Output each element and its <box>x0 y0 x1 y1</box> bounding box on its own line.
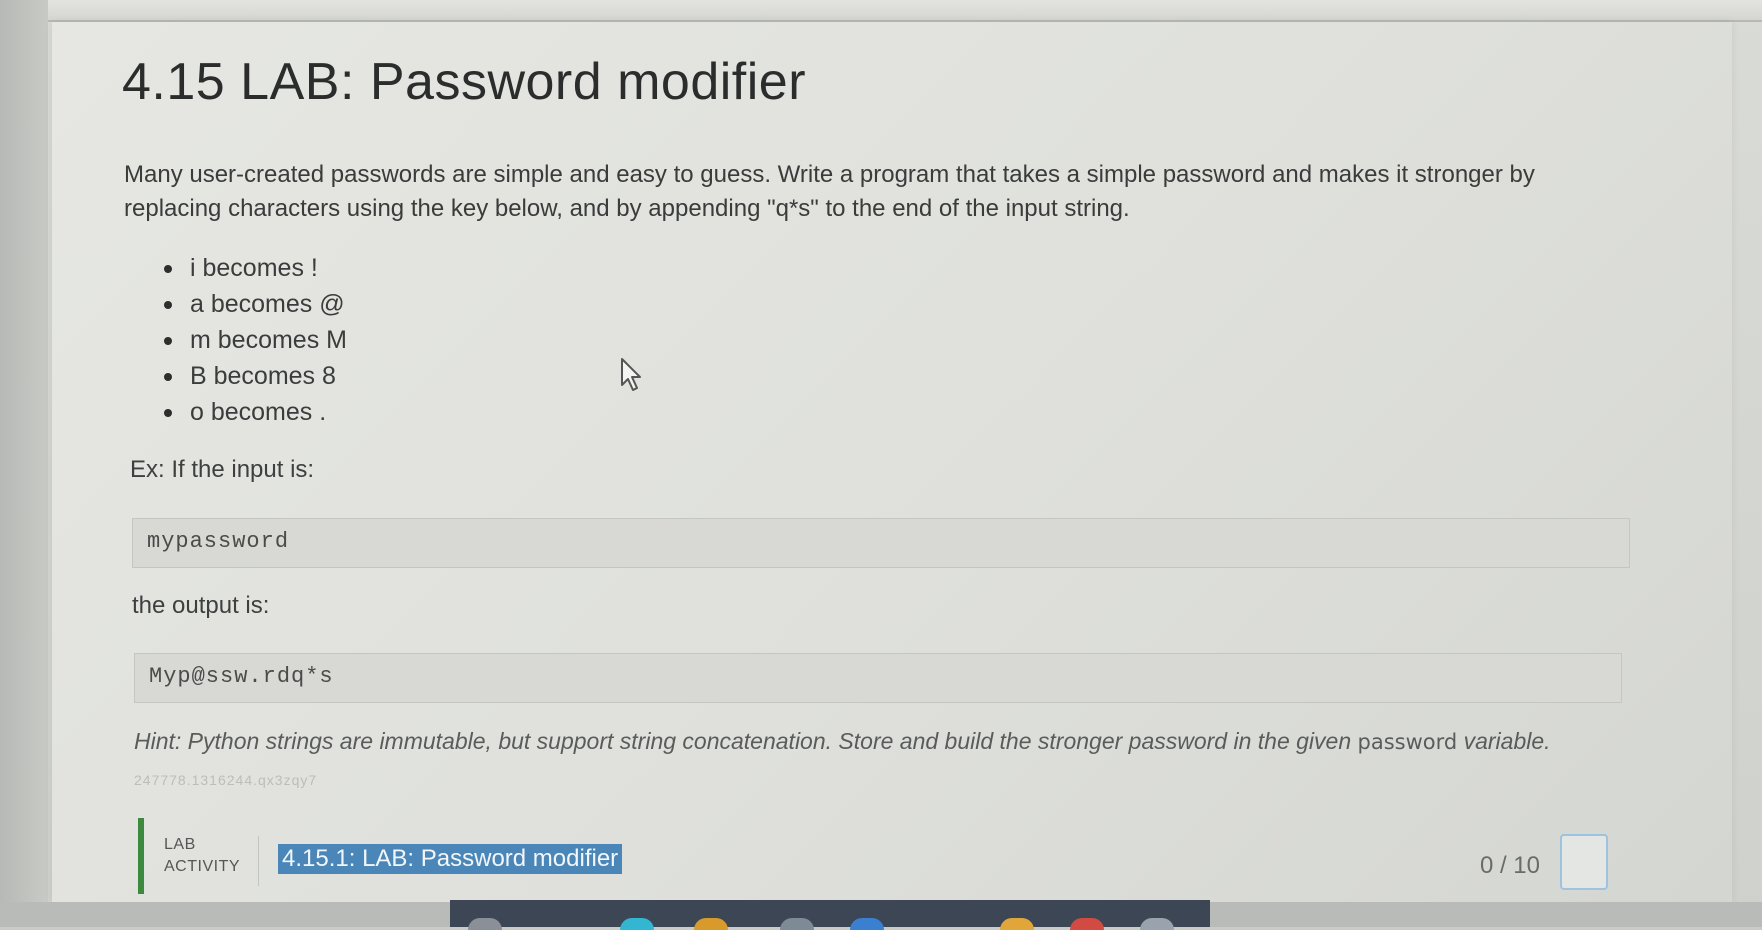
hint-text: Hint: Python strings are immutable, but … <box>134 728 1634 755</box>
example-output-label: the output is: <box>132 592 270 619</box>
example-input-box: mypassword <box>132 518 1630 568</box>
app-icon[interactable] <box>780 918 814 930</box>
app-icon[interactable] <box>1070 918 1104 930</box>
files-icon[interactable] <box>694 918 728 930</box>
rule-item: a becomes @ <box>160 286 347 322</box>
example-input-value: mypassword <box>147 529 290 554</box>
rule-item: B becomes 8 <box>160 358 347 394</box>
lab-score: 0 / 10 <box>1479 852 1540 879</box>
hint-suffix: variable. <box>1463 728 1551 754</box>
example-output-box: Myp@ssw.rdq*s <box>134 653 1622 703</box>
rule-item: o becomes . <box>160 394 347 430</box>
app-icon[interactable] <box>850 918 884 930</box>
rule-item: i becomes ! <box>160 250 347 286</box>
browser-icon[interactable] <box>620 918 654 930</box>
lab-label-line1: LAB <box>164 836 196 853</box>
mouse-pointer-icon <box>621 358 641 391</box>
browser-top-strip <box>0 0 1762 22</box>
example-output-value: Myp@ssw.rdq*s <box>149 664 334 689</box>
left-bezel <box>0 0 48 927</box>
lab-activity-label: LAB ACTIVITY <box>164 834 240 878</box>
hint-variable-name: password <box>1357 730 1458 754</box>
lab-identifier: 247778.1316244.qx3zqy7 <box>134 772 318 788</box>
example-input-label: Ex: If the input is: <box>130 456 315 483</box>
page-title: 4.15 LAB: Password modifier <box>122 53 807 111</box>
rule-item: m becomes M <box>160 322 347 358</box>
hint-main: Hint: Python strings are immutable, but … <box>134 728 1352 754</box>
lab-label-line2: ACTIVITY <box>164 858 241 875</box>
app-icon[interactable] <box>1000 918 1034 930</box>
replacement-rules-list: i becomes ! a becomes @ m becomes M B be… <box>160 250 347 430</box>
lab-description: Many user-created passwords are simple a… <box>124 161 1535 222</box>
chrome-icon[interactable] <box>468 918 502 930</box>
app-icon[interactable] <box>1140 918 1174 930</box>
checkbox-icon <box>1560 834 1608 890</box>
lab-activity-bar: LAB ACTIVITY 4.15.1: LAB: Password modif… <box>138 818 1608 898</box>
lab-title-link[interactable]: 4.15.1: LAB: Password modifier <box>278 844 623 874</box>
lab-accent-bar <box>138 818 144 894</box>
lab-divider <box>258 836 259 886</box>
